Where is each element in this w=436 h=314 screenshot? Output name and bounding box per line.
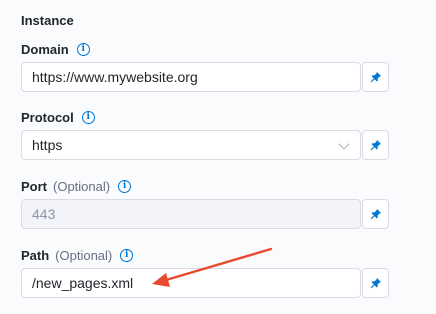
chevron-down-icon xyxy=(338,138,350,150)
domain-pin-button[interactable] xyxy=(362,62,389,92)
protocol-value: https xyxy=(32,137,63,153)
port-label: Port (Optional) i xyxy=(21,179,132,194)
protocol-select[interactable]: https xyxy=(21,130,361,160)
info-icon[interactable]: i xyxy=(81,111,95,124)
info-icon[interactable]: i xyxy=(120,249,134,262)
port-optional-tag: (Optional) xyxy=(53,179,111,194)
port-placeholder: 443 xyxy=(32,206,56,222)
path-pin-button[interactable] xyxy=(362,268,389,298)
domain-label: Domain i xyxy=(21,42,90,57)
info-icon[interactable]: i xyxy=(76,43,90,56)
info-icon[interactable]: i xyxy=(118,180,132,193)
port-label-text: Port xyxy=(21,179,47,194)
path-value: /new_pages.xml xyxy=(32,275,134,291)
port-pin-button[interactable] xyxy=(362,199,389,229)
protocol-label: Protocol i xyxy=(21,110,95,125)
instance-panel: Instance Domain i https://www.mywebsite.… xyxy=(0,0,436,314)
domain-value: https://www.mywebsite.org xyxy=(32,69,198,85)
path-input[interactable]: /new_pages.xml xyxy=(21,268,361,298)
port-input[interactable]: 443 xyxy=(21,199,361,229)
path-optional-tag: (Optional) xyxy=(55,248,113,263)
section-title: Instance xyxy=(21,13,74,28)
path-label: Path (Optional) i xyxy=(21,248,134,263)
protocol-label-text: Protocol xyxy=(21,110,74,125)
pin-icon xyxy=(370,140,381,151)
protocol-pin-button[interactable] xyxy=(362,130,389,160)
path-label-text: Path xyxy=(21,248,50,263)
pin-icon xyxy=(370,72,381,83)
pin-icon xyxy=(370,278,381,289)
pin-icon xyxy=(370,209,381,220)
domain-label-text: Domain xyxy=(21,42,69,57)
domain-input[interactable]: https://www.mywebsite.org xyxy=(21,62,361,92)
